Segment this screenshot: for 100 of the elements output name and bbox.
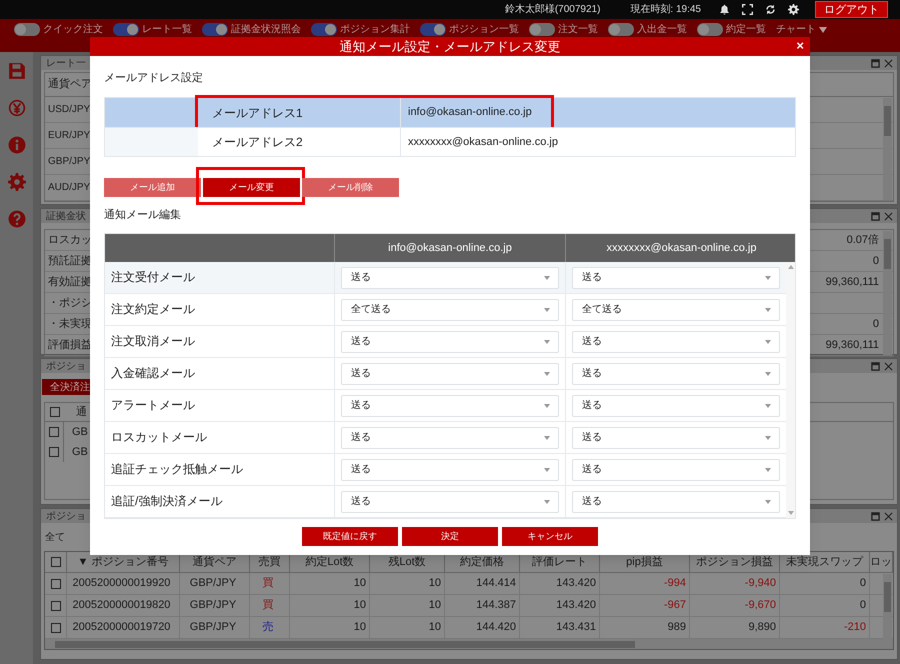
dropdown[interactable]: 送る xyxy=(341,394,559,416)
address-row[interactable]: メールアドレス2 xxxxxxxx@okasan-online.co.jp xyxy=(105,127,795,156)
checkbox[interactable] xyxy=(50,407,60,417)
toggle-switch[interactable] xyxy=(14,23,40,36)
scrollbar[interactable] xyxy=(883,574,892,639)
scrollbar[interactable] xyxy=(45,639,893,649)
scroll-down-icon[interactable] xyxy=(788,511,794,515)
dialog-title: 通知メール設定・メールアドレス変更 xyxy=(340,38,560,56)
close-icon[interactable] xyxy=(884,212,893,220)
table-row[interactable]: 入金確認メール 送る 送る xyxy=(105,358,786,390)
maximize-icon[interactable] xyxy=(871,362,880,370)
scrollbar[interactable] xyxy=(883,98,892,200)
toggle-switch[interactable] xyxy=(113,23,139,36)
panel-title: ポジショ xyxy=(46,360,86,374)
table-cell: 2005200000019920 xyxy=(67,573,180,594)
dropdown[interactable]: 送る xyxy=(341,426,559,448)
checkbox[interactable] xyxy=(50,600,60,610)
table-cell: 2005200000019820 xyxy=(67,595,180,616)
caret-icon xyxy=(765,340,771,344)
value-text: 0 xyxy=(872,316,879,332)
dropdown[interactable]: 全て送る xyxy=(572,298,780,320)
dropdown[interactable]: 送る xyxy=(341,266,559,288)
toggle-switch[interactable] xyxy=(608,23,634,36)
dialog-button[interactable]: 決定 xyxy=(402,527,498,546)
table-cell: -210 xyxy=(780,617,870,638)
bell-icon[interactable] xyxy=(719,4,730,15)
table-row[interactable]: 追証チェック抵触メール 送る 送る xyxy=(105,454,786,486)
maximize-icon[interactable] xyxy=(871,58,880,68)
close-icon[interactable] xyxy=(884,58,893,68)
table-row[interactable]: 注文受付メール 送る 送る xyxy=(105,262,786,294)
mail-button[interactable]: メール変更 xyxy=(203,178,300,198)
mail-type: 追証チェック抵触メール xyxy=(105,454,335,485)
toggle-switch[interactable] xyxy=(202,23,228,36)
mail-type: アラートメール xyxy=(105,390,335,421)
dropdown[interactable]: 送る xyxy=(572,458,780,480)
checkbox[interactable] xyxy=(50,622,60,632)
close-all-button[interactable]: 全決済注 xyxy=(42,379,91,395)
table-cell: 144.414 xyxy=(445,573,520,594)
logout-button[interactable]: ログアウト xyxy=(815,1,888,18)
checkbox[interactable] xyxy=(50,578,60,588)
dropdown[interactable]: 送る xyxy=(572,330,780,352)
caret-icon xyxy=(544,340,550,344)
help-icon[interactable] xyxy=(8,210,26,228)
dropdown[interactable]: 送る xyxy=(572,266,780,288)
caret-icon xyxy=(765,308,771,312)
table-cell: -9,940 xyxy=(690,573,780,594)
currency-pair: GBP/JPY xyxy=(48,155,90,169)
table-row[interactable]: 注文取消メール 送る 送る xyxy=(105,326,786,358)
checkbox[interactable] xyxy=(49,427,59,437)
dialog-button[interactable]: キャンセル xyxy=(502,527,598,546)
close-icon[interactable] xyxy=(884,512,893,520)
dropdown[interactable]: 送る xyxy=(572,426,780,448)
mail-type: 注文受付メール xyxy=(105,262,335,293)
checkbox[interactable] xyxy=(50,557,60,567)
caret-icon xyxy=(765,500,771,504)
dropdown[interactable]: 送る xyxy=(341,362,559,384)
save-icon[interactable] xyxy=(8,62,26,80)
table-row[interactable]: アラートメール 送る 送る xyxy=(105,390,786,422)
column-header: ロッ xyxy=(870,552,893,572)
dropdown[interactable]: 送る xyxy=(341,490,559,512)
table-cell: 0 xyxy=(780,573,870,594)
toggle-switch[interactable] xyxy=(529,23,555,36)
caret-icon xyxy=(544,308,550,312)
mail-type: 注文約定メール xyxy=(105,294,335,325)
filter-label: 全て xyxy=(45,531,65,545)
scroll-up-icon[interactable] xyxy=(788,265,794,269)
dropdown[interactable]: 全て送る xyxy=(341,298,559,320)
maximize-icon[interactable] xyxy=(871,512,880,520)
scrollbar[interactable] xyxy=(883,231,892,355)
settings-icon[interactable] xyxy=(788,4,799,15)
table-row[interactable]: 注文約定メール 全て送る 全て送る xyxy=(105,294,786,326)
dropdown[interactable]: 送る xyxy=(341,458,559,480)
address-row[interactable]: メールアドレス1 info@okasan-online.co.jp xyxy=(105,98,795,127)
close-button[interactable]: × xyxy=(796,38,804,54)
panel-title: レート一 xyxy=(46,56,86,70)
dialog-button[interactable]: 既定値に戻す xyxy=(302,527,398,546)
refresh-icon[interactable] xyxy=(765,4,776,15)
dropdown[interactable]: 送る xyxy=(341,330,559,352)
value-text: 99,360,111 xyxy=(826,274,879,290)
table-row[interactable]: 追証/強制決済メール 送る 送る xyxy=(105,486,786,518)
current-time: 現在時刻: 19:45 xyxy=(630,2,701,17)
checkbox[interactable] xyxy=(49,447,59,457)
toggle-switch[interactable] xyxy=(311,23,337,36)
scrollbar[interactable] xyxy=(786,262,795,518)
close-icon[interactable] xyxy=(884,362,893,370)
dropdown[interactable]: 送る xyxy=(572,362,780,384)
mail-button[interactable]: メール削除 xyxy=(302,178,399,198)
fullscreen-icon[interactable] xyxy=(742,4,753,15)
toggle-switch[interactable] xyxy=(697,23,723,36)
table-row[interactable]: ロスカットメール 送る 送る xyxy=(105,422,786,454)
chart-menu[interactable]: チャート xyxy=(776,22,827,37)
toggle-switch[interactable] xyxy=(420,23,446,36)
info-icon[interactable] xyxy=(8,136,26,154)
dropdown[interactable]: 送る xyxy=(572,490,780,512)
dropdown[interactable]: 送る xyxy=(572,394,780,416)
maximize-icon[interactable] xyxy=(871,212,880,220)
section-heading: 通知メール編集 xyxy=(104,208,182,221)
yen-icon[interactable] xyxy=(8,99,26,117)
column-header: 通 xyxy=(76,404,87,420)
mail-button[interactable]: メール追加 xyxy=(104,178,201,198)
